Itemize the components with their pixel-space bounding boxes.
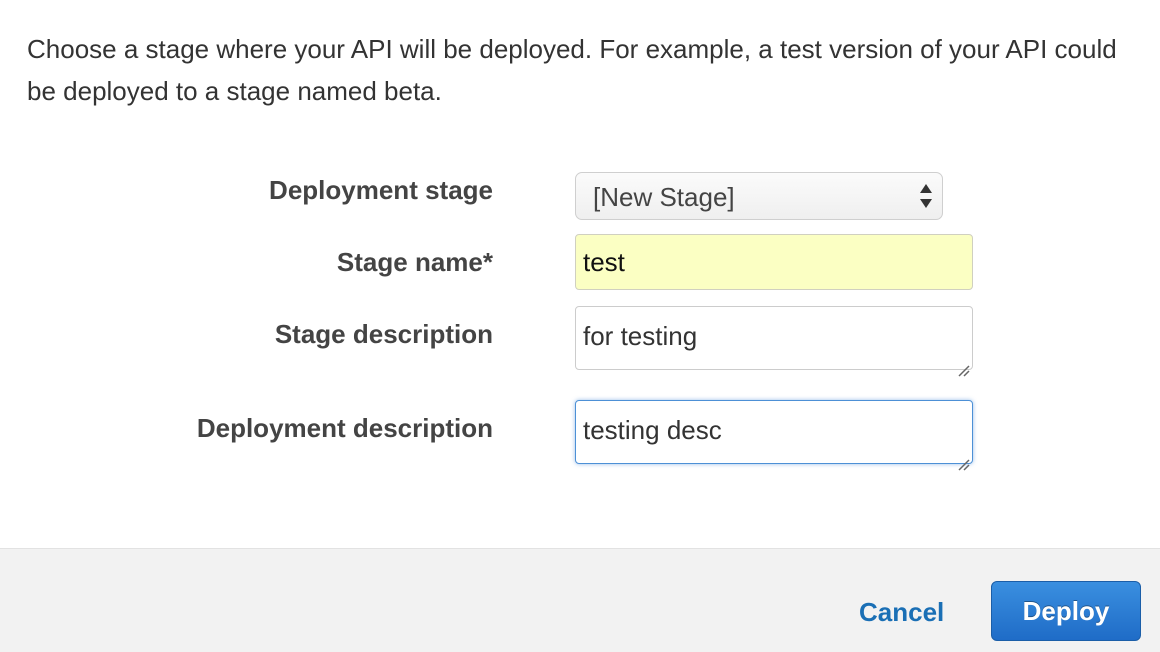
deployment-stage-label: Deployment stage (269, 175, 493, 205)
deployment-description-value: testing desc (583, 415, 722, 445)
dialog-footer: Cancel Deploy (0, 548, 1160, 652)
up-down-arrows-icon (919, 181, 933, 211)
deployment-stage-select[interactable]: [New Stage] (575, 172, 943, 220)
stage-description-value: for testing (583, 321, 698, 351)
deployment-description-textarea[interactable]: testing desc (575, 400, 973, 471)
resize-grip-icon[interactable] (956, 353, 970, 377)
deploy-dialog-body: Choose a stage where your API will be de… (0, 0, 1160, 548)
stage-name-value: test (583, 247, 625, 277)
stage-name-input[interactable]: test (575, 234, 973, 290)
deployment-stage-selected-value: [New Stage] (593, 182, 735, 212)
deployment-description-label: Deployment description (196, 413, 493, 443)
stage-description-textarea[interactable]: for testing (575, 306, 973, 377)
cancel-button[interactable]: Cancel (859, 597, 944, 628)
stage-description-label: Stage description (274, 319, 493, 349)
deploy-button[interactable]: Deploy (991, 581, 1141, 641)
stage-name-label: Stage name* (336, 247, 493, 277)
resize-grip-icon[interactable] (956, 447, 970, 471)
intro-text: Choose a stage where your API will be de… (27, 34, 1117, 106)
